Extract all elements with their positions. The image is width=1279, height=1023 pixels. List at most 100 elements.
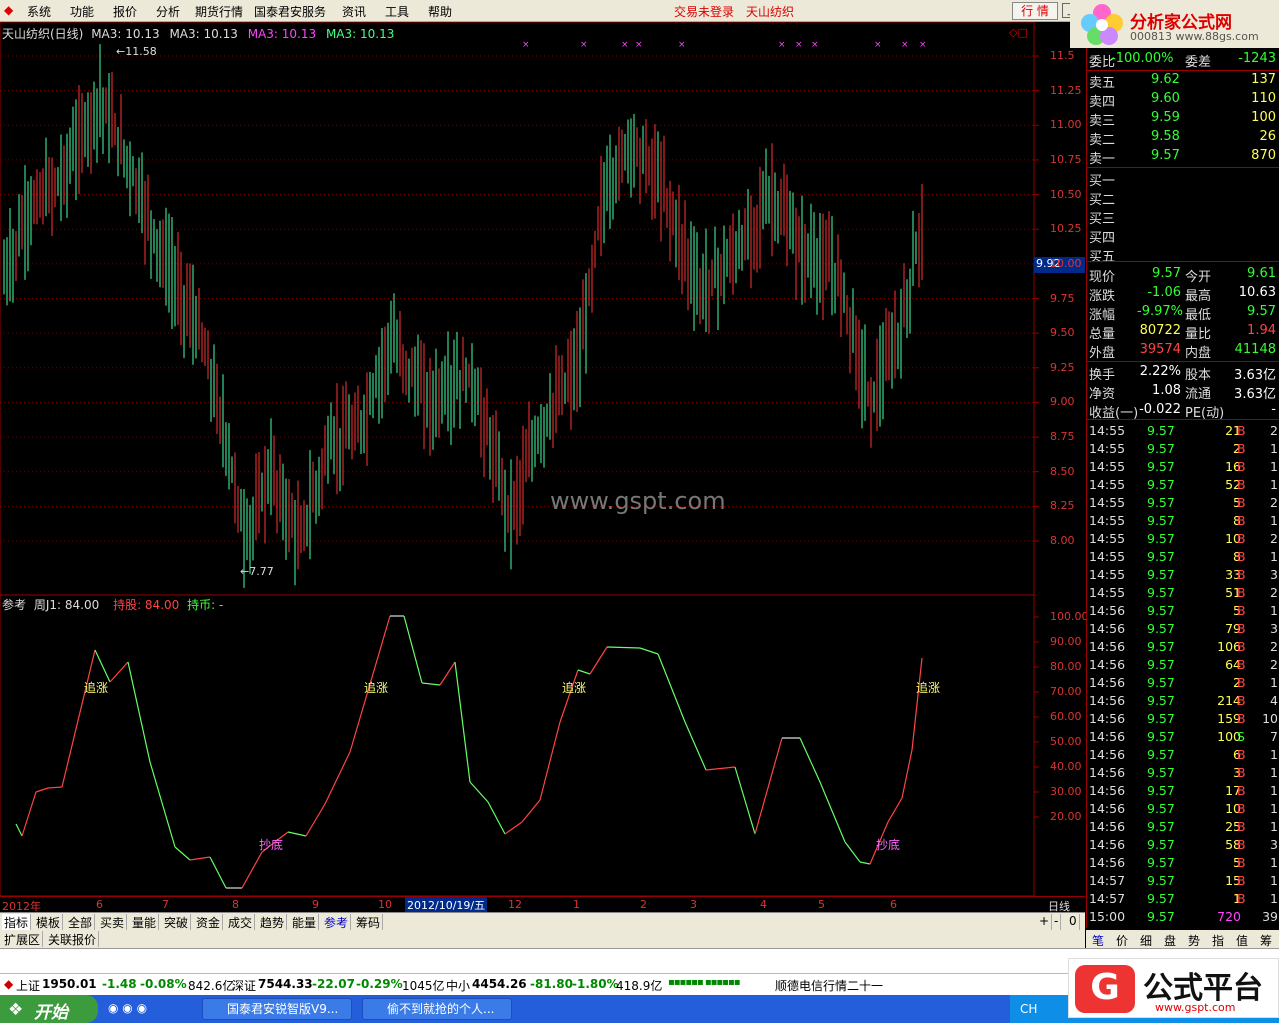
tab-8[interactable]: 趋势 <box>258 914 288 930</box>
ratio-value: -100.00% <box>1111 51 1174 66</box>
tick-count: 7 <box>1270 729 1278 744</box>
indicator-segment <box>403 615 423 684</box>
stat-label: 涨跌 <box>1089 289 1116 304</box>
right-tab-5[interactable]: 指 <box>1212 932 1224 949</box>
tab-0[interactable]: 指标 <box>2 914 32 930</box>
input-lang[interactable]: CH <box>1020 1002 1037 1016</box>
tick-price: 9.57 <box>1147 639 1175 654</box>
sh-amount: 842.6亿 <box>188 979 235 993</box>
panel-controls[interactable]: ◇□ <box>1009 26 1028 39</box>
tick-price: 9.57 <box>1147 693 1175 708</box>
price-axis-label: 9.75 <box>1050 291 1075 305</box>
tick-time: 14:55 <box>1089 441 1126 456</box>
price-axis-label: 10.50 <box>1050 187 1082 201</box>
tick-row: 14:55 9.57 8 B 1 <box>1087 513 1279 531</box>
task-gtja-app[interactable]: 国泰君安锐智版V9... <box>202 998 352 1020</box>
menu-help[interactable]: 帮助 <box>428 3 452 20</box>
menu-system[interactable]: 系统 <box>27 3 51 20</box>
indicator-segment <box>21 791 37 837</box>
tab-4[interactable]: 量能 <box>130 914 160 930</box>
tick-price: 9.57 <box>1147 873 1175 888</box>
tab-11[interactable]: 筹码 <box>354 914 384 930</box>
stat-row: 外盘 39574 内盘 41148 <box>1087 342 1279 361</box>
quicklaunch-icons[interactable]: ◉ ◉ ◉ <box>108 1001 147 1015</box>
bid-row: 买四 <box>1087 227 1279 246</box>
right-tab-0[interactable]: 笔 <box>1092 932 1104 949</box>
app-icon[interactable]: ◆ <box>4 3 13 17</box>
bid-row: 买一 <box>1087 170 1279 189</box>
bid-row: 买五 <box>1087 246 1279 265</box>
tab-1[interactable]: 模板 <box>34 914 64 930</box>
tab-3[interactable]: 买卖 <box>98 914 128 930</box>
menu-info[interactable]: 资讯 <box>342 3 366 20</box>
signal-marker: × <box>678 40 686 50</box>
tick-row: 14:55 9.57 10 B 2 <box>1087 531 1279 549</box>
chart-area[interactable]: × × × × × × × × × × × 天山纺织(日线) MA3: 10.13 MA3: 10.… <box>0 22 1089 913</box>
right-tab-1[interactable]: 价 <box>1116 932 1128 949</box>
tab-10[interactable]: 参考 <box>322 914 352 930</box>
menu-function[interactable]: 功能 <box>70 3 94 20</box>
ask-price: 9.58 <box>1151 129 1180 144</box>
tick-volume: 720 <box>1217 909 1241 924</box>
ask-label: 卖三 <box>1089 114 1116 129</box>
menu-futures[interactable]: 期货行情 <box>195 3 243 20</box>
stat-row: 换手 2.22% 股本 3.63亿 <box>1087 364 1279 383</box>
zoom-out-button[interactable]: - <box>1052 914 1062 930</box>
tick-time: 14:56 <box>1089 675 1126 690</box>
indicator-segment <box>174 846 191 861</box>
indicator-segment <box>487 801 506 835</box>
right-tab-4[interactable]: 势 <box>1188 932 1200 949</box>
menu-tools[interactable]: 工具 <box>385 3 409 20</box>
ask-label: 卖二 <box>1089 133 1116 148</box>
tick-volume: 1 <box>1233 891 1241 906</box>
cursor-date: 2012/10/19/五 <box>405 897 488 913</box>
sz-value: 7544.33 <box>258 977 313 991</box>
stat-row: 净资 1.08 流通 3.63亿 <box>1087 383 1279 402</box>
tick-volume: 100 <box>1217 729 1241 744</box>
watermark: www.gspt.com <box>550 487 726 515</box>
stat-row: 总量 80722 量比 1.94 <box>1087 323 1279 342</box>
tab-2[interactable]: 全部 <box>66 914 96 930</box>
menu-analysis[interactable]: 分析 <box>156 3 180 20</box>
tab-related-quote[interactable]: 关联报价 <box>46 931 100 947</box>
right-tab-3[interactable]: 盘 <box>1164 932 1176 949</box>
tab-extension[interactable]: 扩展区 <box>2 931 44 947</box>
tick-direction: B <box>1237 603 1246 618</box>
start-button[interactable]: ❖ 开始 <box>0 995 98 1023</box>
indicator-segment <box>521 799 541 823</box>
tick-price: 9.57 <box>1147 477 1175 492</box>
bid-row: 买二 <box>1087 189 1279 208</box>
zx-pct: -1.80% <box>572 977 619 991</box>
indicator-segment <box>754 737 783 835</box>
chart-canvas[interactable]: × × × × × × × × × × × <box>0 22 1085 912</box>
tab-6[interactable]: 资金 <box>194 914 224 930</box>
stat-label: 总量 <box>1089 327 1116 342</box>
tick-direction: B <box>1237 747 1246 762</box>
task-browser[interactable]: 偷不到就抢的个人... <box>362 998 512 1020</box>
tick-price: 9.57 <box>1147 909 1175 924</box>
tab-7[interactable]: 成交 <box>226 914 256 930</box>
zoom-in-button[interactable]: + <box>1037 914 1053 930</box>
tab-9[interactable]: 能量 <box>290 914 320 930</box>
stat-row: 涨幅 -9.97% 最低 9.57 <box>1087 304 1279 323</box>
menu-gtja-service[interactable]: 国泰君安服务 <box>254 3 326 20</box>
stat-label: 内盘 <box>1185 346 1212 361</box>
news-ticker[interactable]: 顺德电信行情二十一 <box>775 977 883 994</box>
tab-5[interactable]: 突破 <box>162 914 192 930</box>
tick-time: 14:55 <box>1089 423 1126 438</box>
zx-change: -81.80 <box>530 977 573 991</box>
tick-direction: B <box>1237 693 1246 708</box>
indicator-axis-label: 30.00 <box>1050 785 1082 798</box>
quote-button[interactable]: 行 情 <box>1012 2 1058 20</box>
zoom-reset-button[interactable]: 0 <box>1067 914 1080 930</box>
tick-price: 9.57 <box>1147 513 1175 528</box>
right-tab-6[interactable]: 值 <box>1236 932 1248 949</box>
extension-bar: 扩展区 关联报价 <box>0 930 1085 948</box>
tick-row: 14:56 9.57 25 B 1 <box>1087 819 1279 837</box>
logo-url: 000813 www.88gs.com <box>1130 30 1259 43</box>
stat-value: 3.63亿 <box>1234 387 1276 402</box>
right-tab-7[interactable]: 筹 <box>1260 932 1272 949</box>
indicator-segment <box>819 781 846 843</box>
menu-quote[interactable]: 报价 <box>113 3 137 20</box>
right-tab-2[interactable]: 细 <box>1140 932 1152 949</box>
